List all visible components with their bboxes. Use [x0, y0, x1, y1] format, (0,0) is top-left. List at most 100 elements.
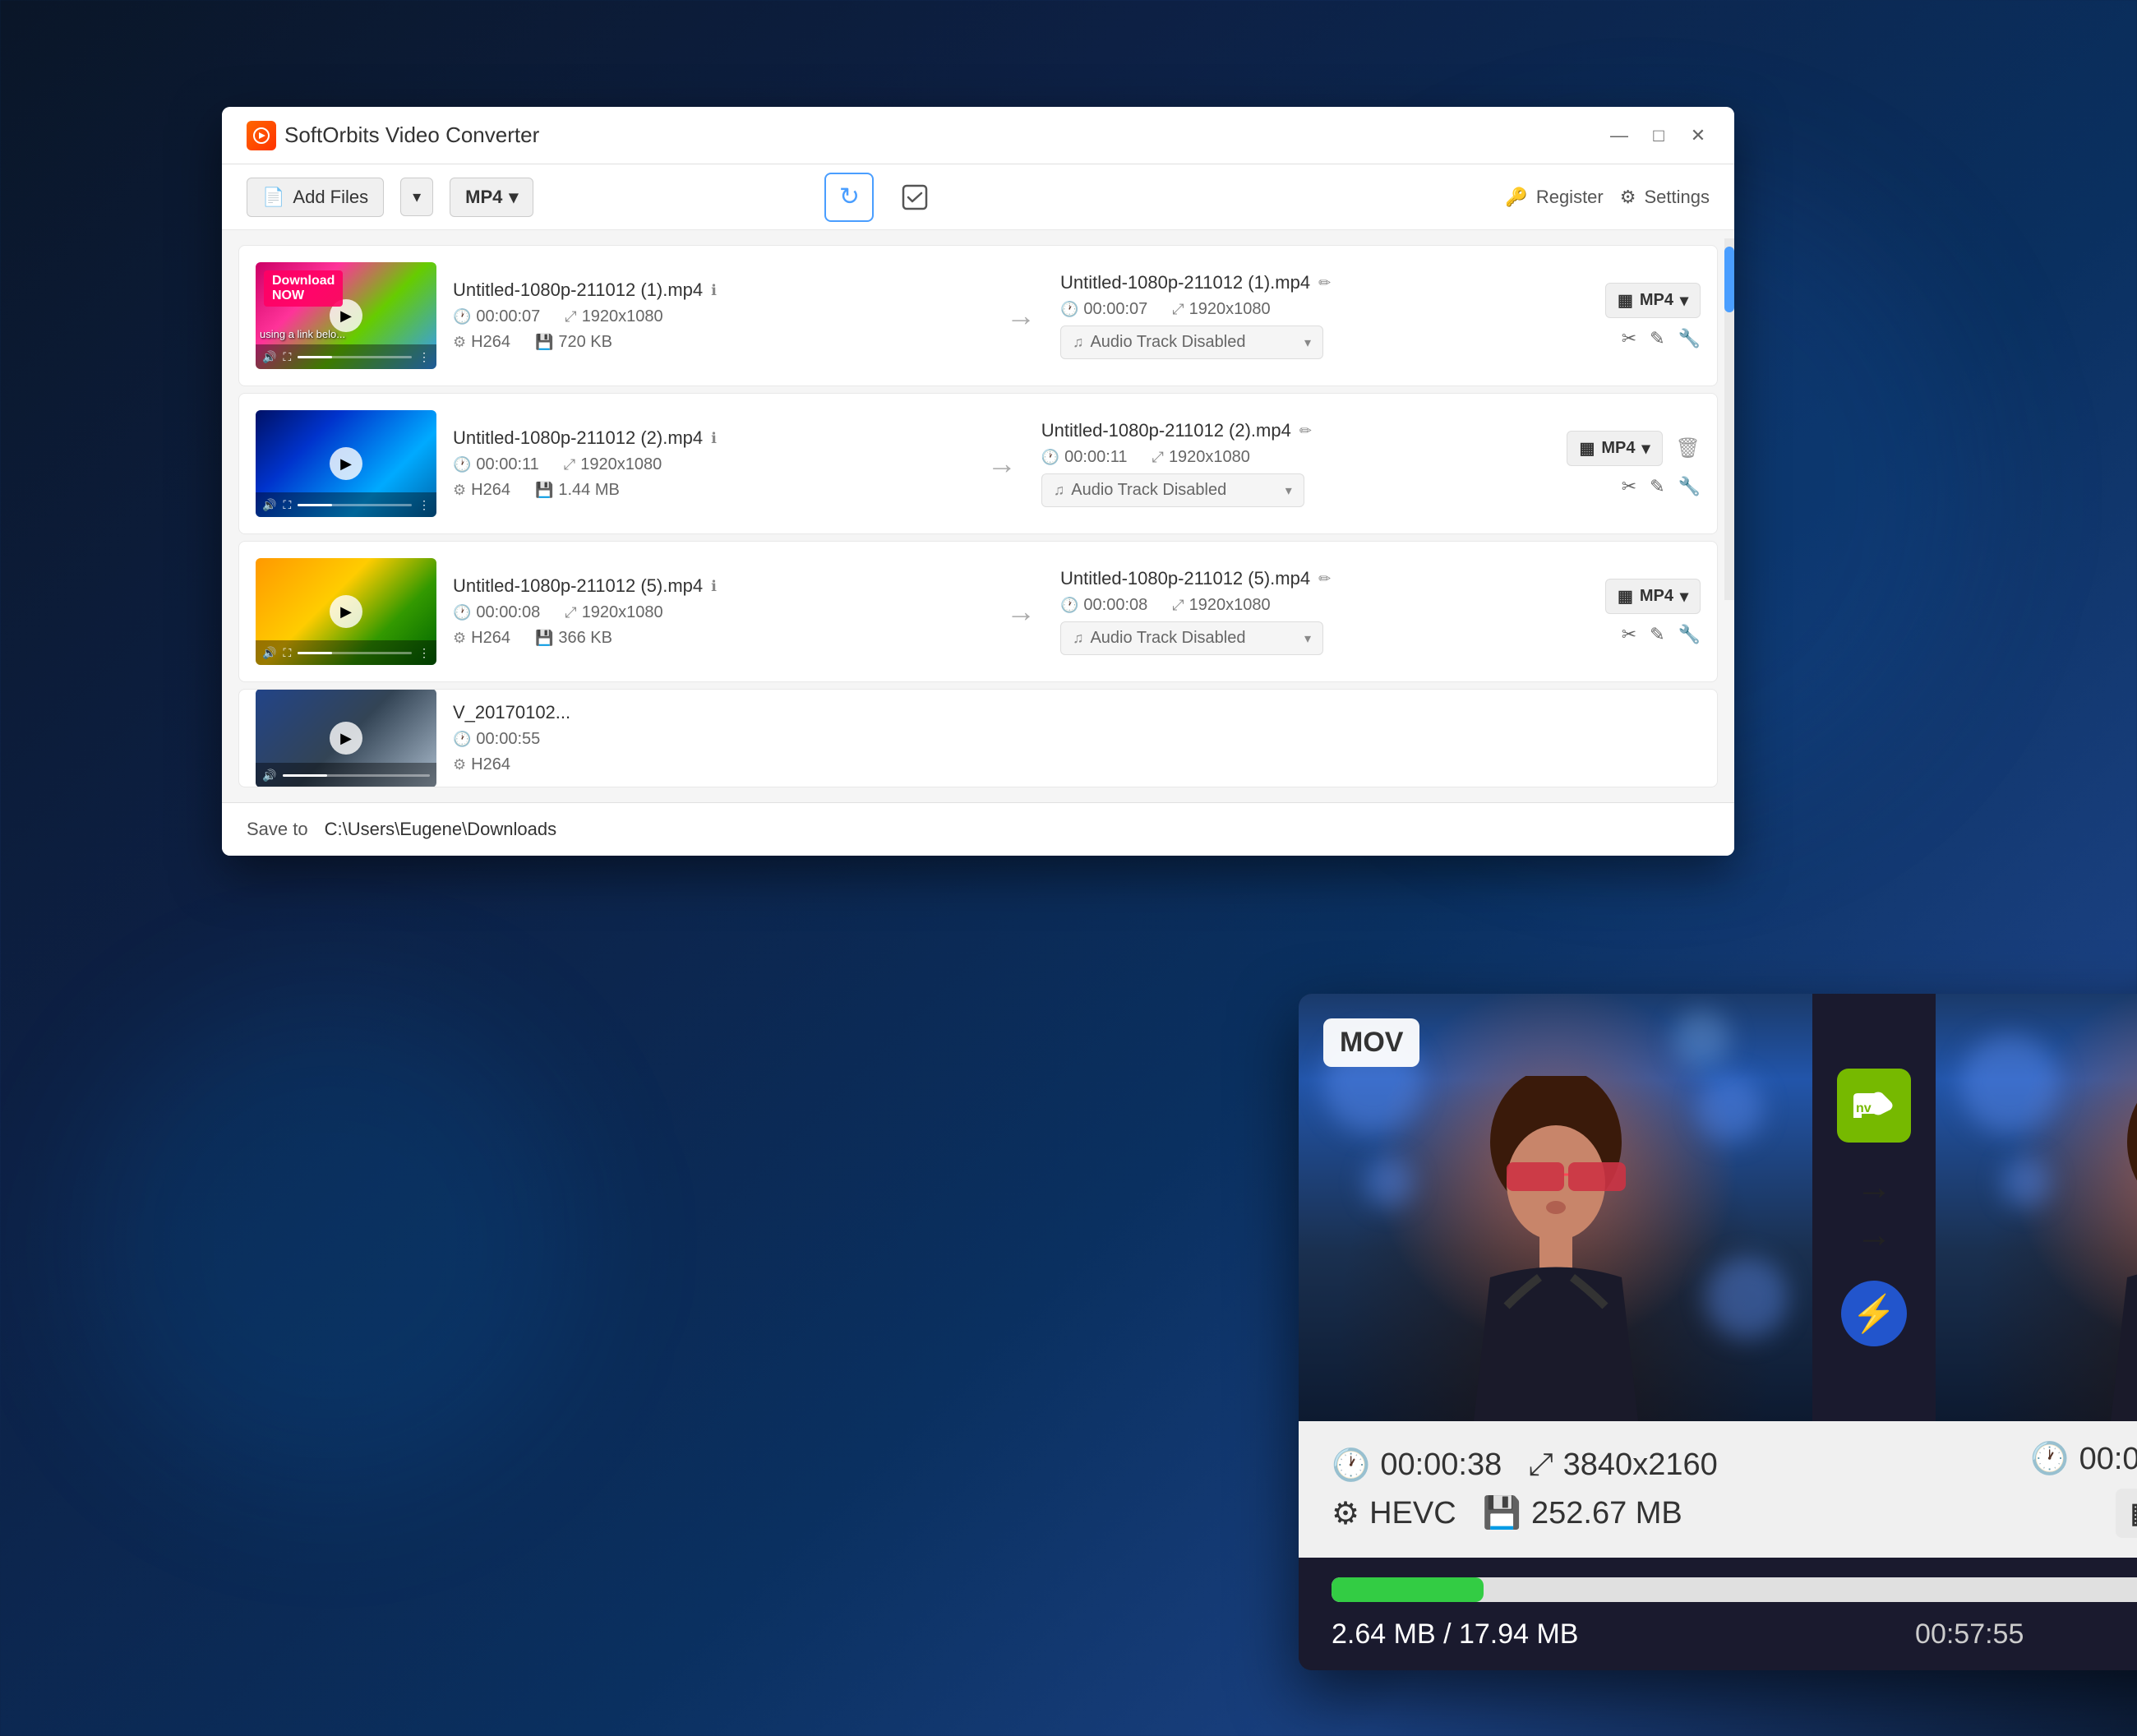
close-button[interactable]: ✕: [1687, 124, 1710, 147]
download-subtitle: using a link belo...: [260, 328, 345, 340]
out-resolution: ⤢ 1920x1080: [1172, 596, 1270, 615]
file-name: Untitled-1080p-211012 (5).mp4 ℹ: [453, 575, 981, 597]
more-icon: ⋮: [418, 646, 430, 660]
wrench-icon[interactable]: 🔧: [1678, 476, 1701, 497]
codec-icon: ⚙: [453, 482, 466, 499]
check-button[interactable]: [890, 173, 939, 222]
audio-track-button[interactable]: ♫ Audio Track Disabled ▾: [1060, 621, 1323, 655]
edit2-icon[interactable]: ✎: [1650, 476, 1664, 497]
size-icon: ⤢: [564, 456, 575, 473]
register-label: Register: [1536, 187, 1604, 208]
format-chevron: ▾: [1680, 290, 1688, 311]
delete-button[interactable]: 🗑: [1676, 436, 1701, 460]
settings-button[interactable]: ⚙ Settings: [1620, 187, 1710, 208]
file-meta-2: ⚙ H264 💾 1.44 MB: [453, 481, 962, 500]
progress-bar-fill: [1332, 1577, 1484, 1602]
save-to-label: Save to: [247, 819, 308, 840]
info-icon[interactable]: ℹ: [711, 430, 717, 447]
thumb-controls: 🔊 ⛶ ⋮: [256, 640, 436, 665]
arrow-1: →: [1856, 1167, 1892, 1208]
play-button[interactable]: ▶: [330, 722, 362, 755]
play-button[interactable]: ▶: [330, 595, 362, 628]
file-thumbnail[interactable]: ▶ DownloadNOW using a link belo... 🔊 ⛶ ⋮: [256, 262, 436, 369]
info-icon[interactable]: ℹ: [711, 578, 717, 595]
scissors-icon[interactable]: ✂: [1622, 328, 1636, 349]
file-thumbnail[interactable]: ▶ 🔊: [256, 689, 436, 787]
play-button[interactable]: ▶: [330, 447, 362, 480]
key-icon: 🔑: [1505, 187, 1527, 208]
edit-icon[interactable]: ✏: [1318, 570, 1331, 588]
audio-track-button[interactable]: ♫ Audio Track Disabled ▾: [1041, 473, 1304, 507]
audio-track-button[interactable]: ♫ Audio Track Disabled ▾: [1060, 326, 1323, 359]
speaker-icon: 🔊: [262, 350, 276, 364]
format-badge[interactable]: ▦ MP4 ▾: [1567, 431, 1662, 466]
output-meta: 🕐 00:00:08 ⤢ 1920x1080: [1060, 596, 1589, 615]
clock-icon: 🕐: [453, 308, 471, 326]
expand-icon: ⛶: [283, 350, 291, 364]
music-icon: ♫: [1054, 482, 1065, 499]
scissors-icon[interactable]: ✂: [1622, 476, 1636, 497]
icon-row: ✂ ✎ 🔧: [1622, 328, 1701, 349]
codec-item: ⚙ H264: [453, 755, 510, 774]
wrench-icon[interactable]: 🔧: [1678, 328, 1701, 349]
output-duration: 🕐 00:00:38 ⤢ 3840x2160: [2030, 1441, 2137, 1477]
settings-label: Settings: [1644, 187, 1710, 208]
item-controls: ▦ MP4 ▾ ✂ ✎ 🔧: [1605, 579, 1701, 645]
progress-bar-track: [1332, 1577, 2137, 1602]
register-button[interactable]: 🔑 Register: [1505, 187, 1603, 208]
window-controls: — □ ✕: [1608, 124, 1710, 147]
edit2-icon[interactable]: ✎: [1650, 624, 1664, 645]
add-files-button[interactable]: 📄 Add Files: [247, 178, 384, 217]
file-meta-2: ⚙ H264: [453, 755, 1701, 774]
file-thumbnail[interactable]: ▶ 🔊 ⛶ ⋮: [256, 410, 436, 517]
output-name: Untitled-1080p-211012 (1).mp4: [1060, 272, 1310, 293]
thumb-progress: [298, 652, 412, 654]
arrow-section: →: [979, 446, 1025, 481]
minimize-button[interactable]: —: [1608, 124, 1631, 147]
arrows-group: → →: [1856, 1167, 1892, 1256]
add-files-label: Add Files: [293, 187, 368, 208]
file-meta: 🕐 00:00:11 ⤢ 1920x1080: [453, 455, 962, 474]
format-badge[interactable]: ▦ MP4 ▾: [1605, 283, 1701, 318]
maximize-button[interactable]: □: [1647, 124, 1670, 147]
scrollbar[interactable]: [1724, 238, 1734, 600]
source-duration: 🕐 00:00:38 ⤢ 3840x2160: [1332, 1447, 1874, 1484]
output-name: Untitled-1080p-211012 (5).mp4: [1060, 568, 1310, 589]
edit2-icon[interactable]: ✎: [1650, 328, 1664, 349]
more-icon: ⋮: [418, 498, 430, 512]
size-icon: ⤢: [565, 604, 576, 621]
size-icon: ⤢: [1172, 597, 1184, 614]
arrow-2: →: [1856, 1215, 1892, 1256]
wrench-icon[interactable]: 🔧: [1678, 624, 1701, 645]
output-section: Untitled-1080p-211012 (2).mp4 ✏ 🕐 00:00:…: [1041, 420, 1551, 507]
file-meta: 🕐 00:00:55: [453, 730, 1701, 749]
edit-icon[interactable]: ✏: [1299, 422, 1312, 440]
refresh-button[interactable]: ↻: [824, 173, 874, 222]
audio-track-label: Audio Track Disabled: [1090, 333, 1245, 352]
add-files-dropdown[interactable]: ▾: [400, 178, 433, 216]
edit-icon[interactable]: ✏: [1318, 275, 1331, 292]
format-badge[interactable]: ▦ MP4 ▾: [1605, 579, 1701, 614]
progress-size: 2.64 MB / 17.94 MB: [1332, 1618, 1579, 1651]
db-icon: 💾: [535, 334, 553, 351]
audio-track-label: Audio Track Disabled: [1071, 481, 1226, 500]
info-icon[interactable]: ℹ: [711, 282, 717, 299]
out-duration: 🕐 00:00:08: [1060, 596, 1147, 615]
size-icon: ⤢: [1152, 449, 1164, 466]
scissors-icon[interactable]: ✂: [1622, 624, 1636, 645]
thumb-progress: [298, 504, 412, 506]
file-item: ▶ 🔊 V_20170102... 🕐 00:00:55: [238, 689, 1718, 787]
item-controls: ▦ MP4 ▾ 🗑 ✂ ✎ 🔧: [1567, 431, 1701, 497]
resolution-item: ⤢ 1920x1080: [565, 603, 662, 622]
clock-icon: 🕐: [2030, 1441, 2069, 1477]
format-grid-icon: ▦: [1618, 290, 1633, 311]
output-section: Untitled-1080p-211012 (1).mp4 ✏ 🕐 00:00:…: [1060, 272, 1589, 359]
scrollbar-thumb[interactable]: [1724, 247, 1734, 312]
gear-icon: ⚙: [1332, 1495, 1359, 1532]
size-icon: ⤢: [565, 308, 576, 326]
item-controls: ▦ MP4 ▾ ✂ ✎ 🔧: [1605, 283, 1701, 349]
format-button[interactable]: MP4 ▾: [450, 178, 533, 217]
duration-item: 🕐 00:00:07: [453, 307, 540, 326]
output-format-select-badge[interactable]: ▦ MP4 ▾: [2116, 1489, 2137, 1538]
file-thumbnail[interactable]: ▶ 🔊 ⛶ ⋮: [256, 558, 436, 665]
